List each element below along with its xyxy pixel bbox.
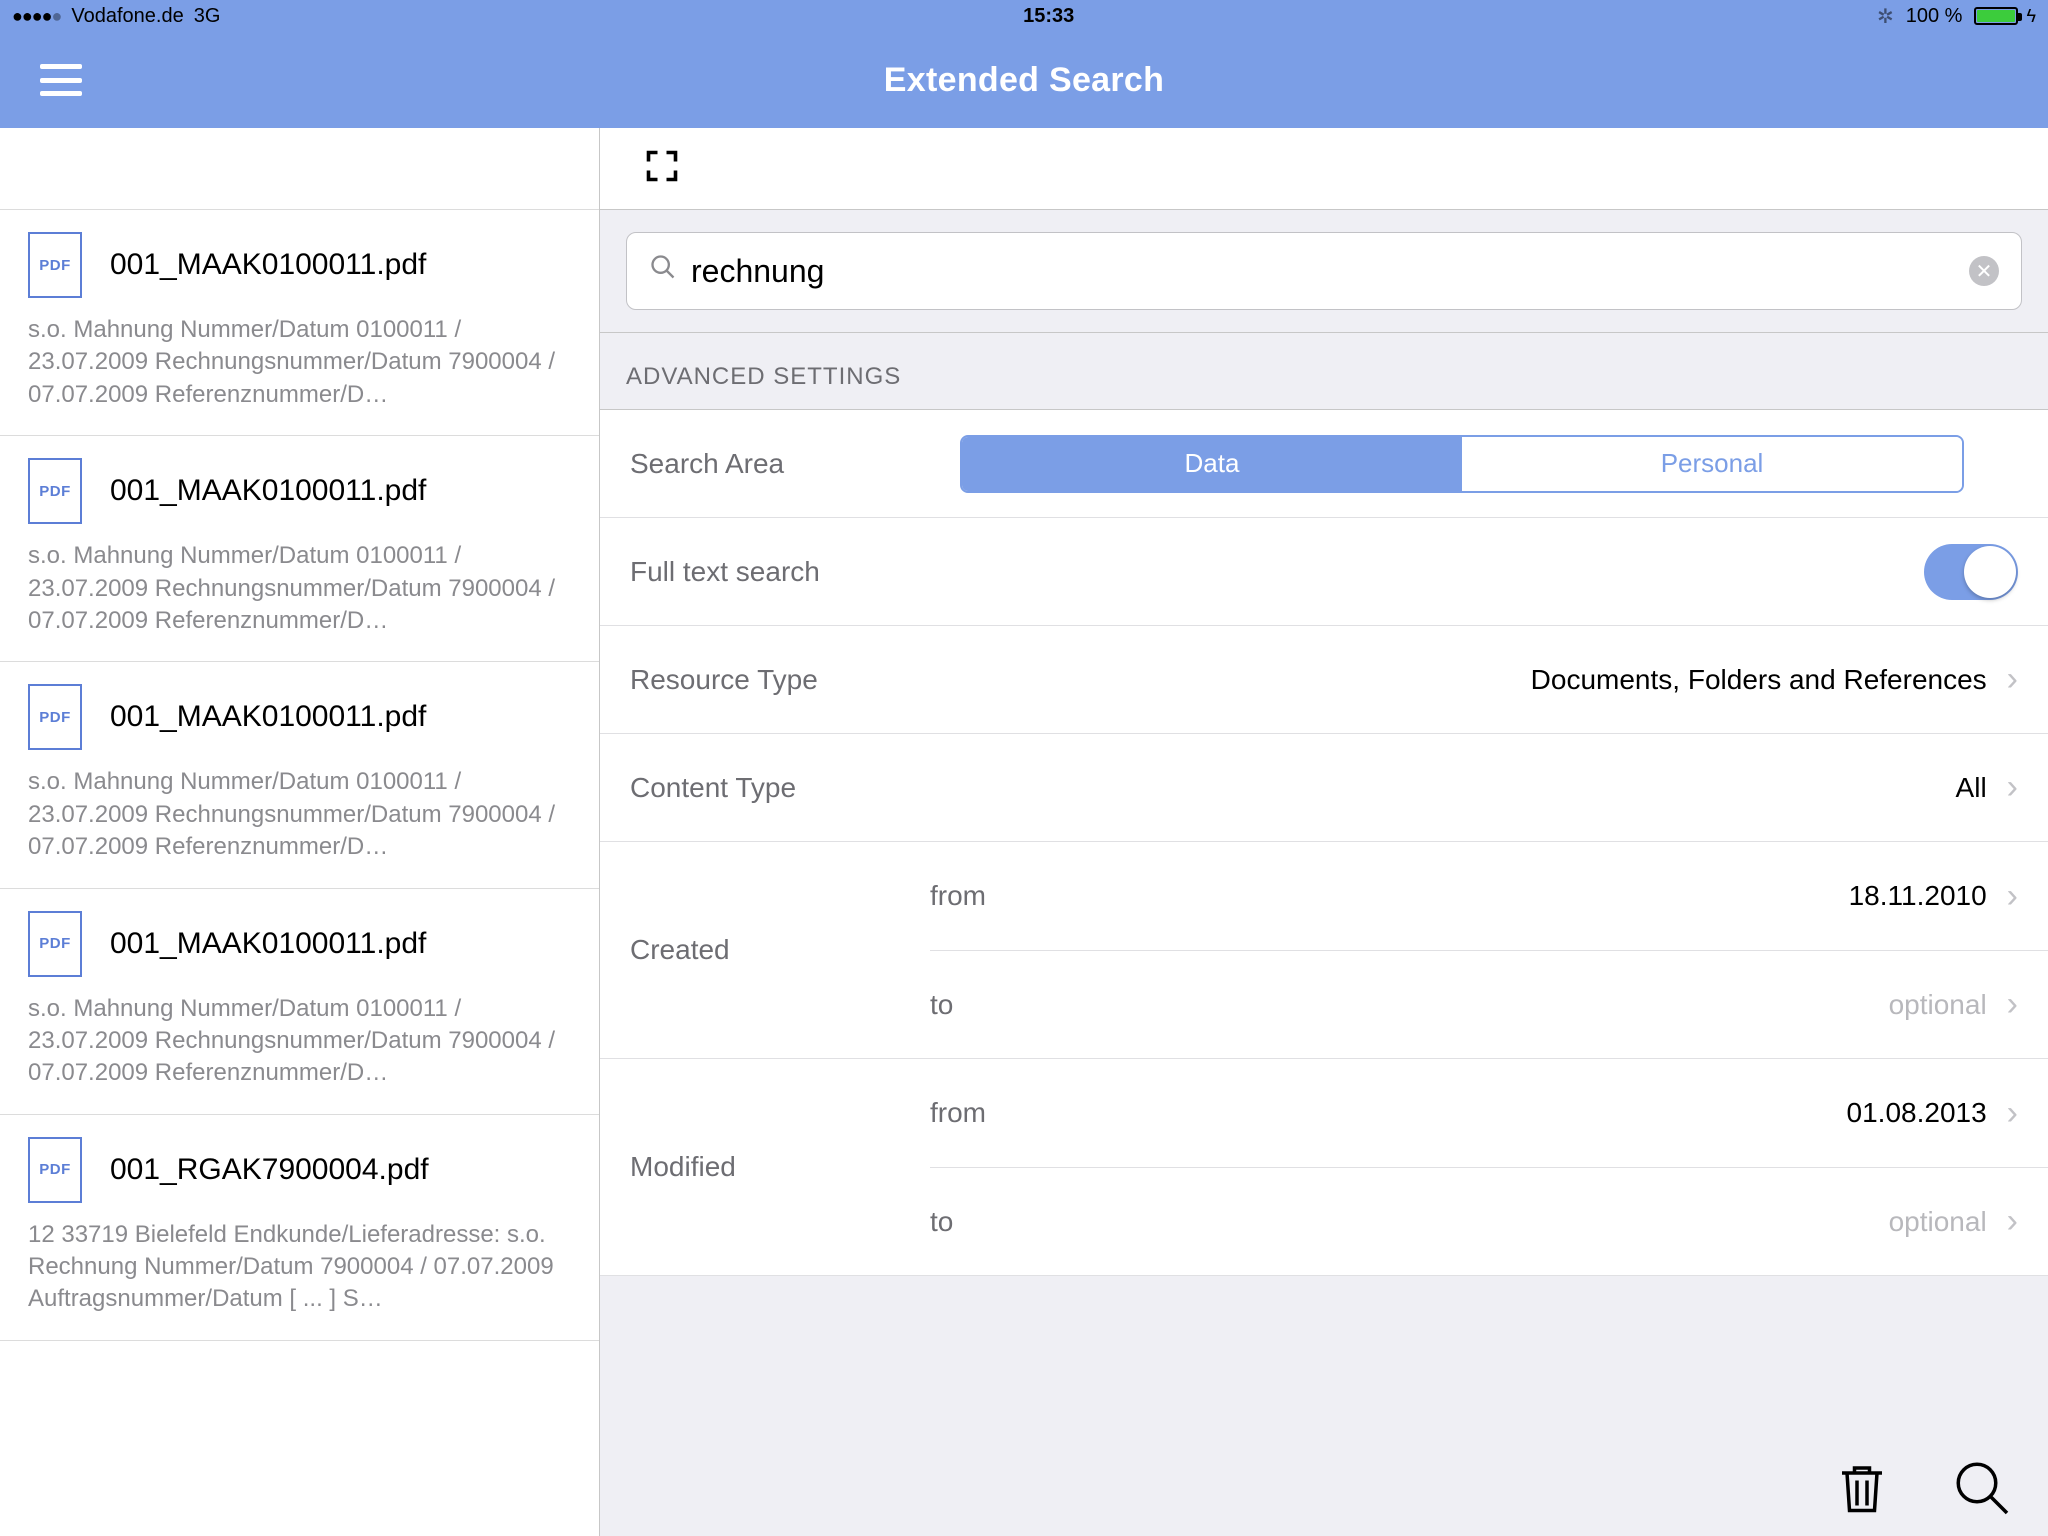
bluetooth-icon: ✲ (1877, 4, 1894, 29)
seg-data[interactable]: Data (962, 437, 1462, 491)
search-settings-pane: ✕ ADVANCED SETTINGS Search Area Data Per… (600, 128, 2048, 1536)
chevron-right-icon: › (2007, 985, 2018, 1024)
clock-label: 15:33 (1023, 5, 1074, 28)
battery-icon (1974, 7, 2018, 25)
result-item[interactable]: PDF 001_MAAK0100011.pdf s.o. Mahnung Num… (0, 210, 599, 436)
modified-from-value: 01.08.2013 (1847, 1097, 1987, 1129)
result-item[interactable]: PDF 001_MAAK0100011.pdf s.o. Mahnung Num… (0, 889, 599, 1115)
nav-bar: Extended Search (0, 32, 2048, 128)
results-list[interactable]: PDF 001_MAAK0100011.pdf s.o. Mahnung Num… (0, 210, 599, 1536)
created-to-row[interactable]: to optional › (930, 950, 2048, 1058)
result-snippet: 12 33719 Bielefeld Endkunde/Lieferadress… (28, 1219, 571, 1316)
search-field[interactable]: ✕ (626, 232, 2022, 310)
search-area-label: Search Area (630, 448, 960, 480)
result-title: 001_MAAK0100011.pdf (110, 248, 426, 282)
page-title: Extended Search (884, 61, 1164, 100)
created-group: Created from 18.11.2010 › to optional › (600, 842, 2048, 1059)
result-title: 001_MAAK0100011.pdf (110, 927, 426, 961)
created-from-value: 18.11.2010 (1849, 880, 1987, 912)
search-icon (649, 253, 677, 289)
result-item[interactable]: PDF 001_MAAK0100011.pdf s.o. Mahnung Num… (0, 662, 599, 888)
search-area-row: Search Area Data Personal (600, 410, 2048, 518)
resource-type-label: Resource Type (630, 664, 960, 696)
clear-search-button[interactable]: ✕ (1969, 256, 1999, 286)
from-label: from (930, 1097, 986, 1129)
result-title: 001_MAAK0100011.pdf (110, 700, 426, 734)
result-snippet: s.o. Mahnung Nummer/Datum 0100011 / 23.0… (28, 993, 571, 1090)
to-label: to (930, 1206, 953, 1238)
chevron-right-icon: › (2007, 768, 2018, 807)
fulltext-row: Full text search (600, 518, 2048, 626)
pdf-icon: PDF (28, 1137, 82, 1203)
network-label: 3G (194, 5, 221, 28)
pdf-icon: PDF (28, 911, 82, 977)
bottom-toolbar (600, 1444, 2048, 1536)
result-snippet: s.o. Mahnung Nummer/Datum 0100011 / 23.0… (28, 766, 571, 863)
modified-from-row[interactable]: from 01.08.2013 › (930, 1059, 2048, 1167)
detail-toolbar (600, 128, 2048, 210)
results-pane: PDF 001_MAAK0100011.pdf s.o. Mahnung Num… (0, 128, 600, 1536)
result-title: 001_RGAK7900004.pdf (110, 1153, 429, 1187)
chevron-right-icon: › (2007, 1202, 2018, 1241)
results-header-spacer (0, 128, 599, 210)
result-item[interactable]: PDF 001_RGAK7900004.pdf 12 33719 Bielefe… (0, 1115, 599, 1341)
chevron-right-icon: › (2007, 660, 2018, 699)
content-type-row[interactable]: Content Type All › (600, 734, 2048, 842)
carrier-label: Vodafone.de (71, 5, 183, 28)
pdf-icon: PDF (28, 232, 82, 298)
created-to-value: optional (1889, 989, 1987, 1021)
content-type-value: All (1956, 772, 1987, 804)
trash-icon[interactable] (1832, 1458, 1892, 1523)
result-title: 001_MAAK0100011.pdf (110, 474, 426, 508)
to-label: to (930, 989, 953, 1021)
search-action-icon[interactable] (1952, 1458, 2012, 1523)
pdf-icon: PDF (28, 684, 82, 750)
created-label: Created (600, 842, 930, 1058)
modified-to-value: optional (1889, 1206, 1987, 1238)
chevron-right-icon: › (2007, 1094, 2018, 1133)
from-label: from (930, 880, 986, 912)
modified-label: Modified (600, 1059, 930, 1275)
battery-pct-label: 100 % (1906, 5, 1963, 28)
menu-button[interactable] (40, 64, 82, 96)
search-area-segmented[interactable]: Data Personal (960, 435, 1964, 493)
pdf-icon: PDF (28, 458, 82, 524)
modified-to-row[interactable]: to optional › (930, 1167, 2048, 1275)
content-type-label: Content Type (630, 772, 960, 804)
chevron-right-icon: › (2007, 877, 2018, 916)
result-snippet: s.o. Mahnung Nummer/Datum 0100011 / 23.0… (28, 314, 571, 411)
result-item[interactable]: PDF 001_MAAK0100011.pdf s.o. Mahnung Num… (0, 436, 599, 662)
signal-dots-icon: ●●●●● (12, 6, 61, 27)
modified-group: Modified from 01.08.2013 › to optional › (600, 1059, 2048, 1276)
status-bar: ●●●●● Vodafone.de 3G 15:33 ✲ 100 % ϟ (0, 0, 2048, 32)
fulltext-label: Full text search (630, 556, 1924, 588)
charging-icon: ϟ (2026, 6, 2036, 27)
seg-personal[interactable]: Personal (1462, 437, 1962, 491)
advanced-settings-header: ADVANCED SETTINGS (600, 333, 2048, 410)
result-snippet: s.o. Mahnung Nummer/Datum 0100011 / 23.0… (28, 540, 571, 637)
expand-icon[interactable] (644, 148, 680, 189)
search-input[interactable] (691, 253, 1955, 290)
fulltext-toggle[interactable] (1924, 544, 2018, 600)
resource-type-value: Documents, Folders and References (1531, 664, 1987, 696)
created-from-row[interactable]: from 18.11.2010 › (930, 842, 2048, 950)
resource-type-row[interactable]: Resource Type Documents, Folders and Ref… (600, 626, 2048, 734)
